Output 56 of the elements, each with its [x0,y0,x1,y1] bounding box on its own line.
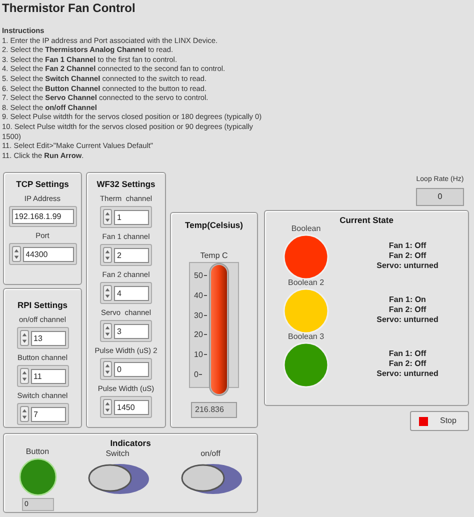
spinner-arrows-icon[interactable] [102,209,112,225]
toggle-switch[interactable] [178,462,242,496]
state-text: Servo: unturned [376,369,438,379]
indicator-label: Button [26,447,50,457]
spinner-arrows-icon[interactable] [103,323,112,339]
spinner-arrows-icon[interactable] [20,406,28,422]
temperature-reading: 216.836 [191,402,237,418]
tick-label: 40 [194,290,203,300]
state-text: Fan 2: Off [388,305,426,315]
stop-button[interactable]: Stop [410,411,469,431]
spinner-arrows-icon[interactable] [20,330,28,346]
state-text: Fan 2: Off [388,359,426,369]
spinner-arrows-icon[interactable] [12,246,20,262]
numeric-field[interactable]: 3 [114,324,149,338]
panel-title: Temp(Celsius) [185,220,243,231]
numeric-field[interactable]: 4 [114,286,149,300]
numeric-field[interactable]: 1 [114,210,149,224]
light-label: Boolean 3 [288,332,324,342]
switch-label: on/off [200,449,220,459]
state-text: Fan 1: On [389,295,426,305]
stop-square-icon [419,416,428,426]
switch-label: Switch [106,449,130,459]
spinner-arrows-icon[interactable] [103,399,112,415]
light-label: Boolean 2 [288,278,324,288]
toggle-switch[interactable] [86,462,150,496]
spinner-arrows-icon[interactable] [103,247,112,263]
numeric-field[interactable]: 7 [30,406,66,422]
spinner-arrows-icon[interactable] [103,285,112,301]
window-title: Thermistor Fan Control [2,1,136,16]
loop-rate-value: 0 [416,188,464,206]
panel-title: RPI Settings [17,300,68,311]
tick-label: 30 [194,310,203,320]
light-label: Boolean [291,224,321,234]
tick-label: 10 [194,350,203,360]
state-text: Fan 1: Off [388,241,426,251]
numeric-field[interactable]: 192.168.1.99 [12,209,74,224]
tick-label: 50 [194,271,203,280]
tick-label: 0 [194,370,198,379]
panel-title: WF32 Settings [96,179,156,190]
numeric-field[interactable]: 0 [114,362,149,376]
tick-label: 20 [194,330,203,340]
state-text: Servo: unturned [376,315,438,325]
state-text: Servo: unturned [376,261,438,271]
numeric-field[interactable]: 13 [30,330,66,346]
numeric-field[interactable]: 44300 [22,246,74,262]
numeric-field[interactable]: 11 [30,368,66,384]
numeric-field[interactable]: 2 [114,248,149,262]
state-text: Fan 2: Off [388,251,426,261]
panel-title: TCP Settings [16,179,69,190]
panel-title: Current State [340,215,394,226]
thermometer-label: Temp C [200,251,228,261]
panel-title: Indicators [110,438,151,449]
state-text: Fan 1: Off [388,349,426,359]
spinner-arrows-icon[interactable] [103,361,112,377]
spinner-arrows-icon[interactable] [20,368,28,384]
numeric-field[interactable]: 1450 [114,400,149,414]
